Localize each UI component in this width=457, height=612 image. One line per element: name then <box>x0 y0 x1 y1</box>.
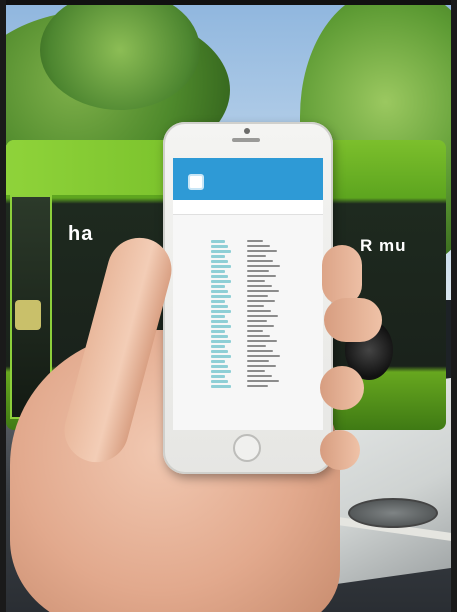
timetable-time-cell <box>211 370 231 373</box>
timetable-stop-cell <box>247 265 280 267</box>
timetable-times-column <box>211 240 233 390</box>
timetable-time-cell <box>211 355 231 358</box>
phone-screen <box>173 158 323 430</box>
timetable-time-cell <box>211 365 228 368</box>
timetable-time-cell <box>211 295 231 298</box>
timetable-stop-cell <box>247 320 267 322</box>
timetable-time-cell <box>211 335 228 338</box>
timetable-stop-cell <box>247 370 265 372</box>
finger-3 <box>320 366 364 410</box>
timetable-time-cell <box>211 290 228 293</box>
timetable-time-cell <box>211 330 225 333</box>
timetable-time-cell <box>211 250 231 253</box>
timetable-stop-cell <box>247 385 268 387</box>
app-sub-header <box>173 200 323 215</box>
photo-scene: ha R mu <box>0 0 457 612</box>
timetable-time-cell <box>211 325 231 328</box>
timetable-stop-cell <box>247 305 264 307</box>
home-button[interactable] <box>233 434 261 462</box>
timetable-time-cell <box>211 265 231 268</box>
timetable-stop-cell <box>247 345 266 347</box>
timetable-time-cell <box>211 360 225 363</box>
front-camera-icon <box>244 128 250 134</box>
timetable-stop-cell <box>247 335 270 337</box>
timetable-stop-cell <box>247 355 280 357</box>
timetable-stop-cell <box>247 340 277 342</box>
timetable-stop-cell <box>247 285 272 287</box>
timetable-stop-cell <box>247 375 272 377</box>
timetable-stop-cell <box>247 300 275 302</box>
timetable-stop-cell <box>247 360 269 362</box>
timetable-time-cell <box>211 280 231 283</box>
timetable-time-cell <box>211 270 225 273</box>
timetable-time-cell <box>211 245 228 248</box>
timetable-stop-cell <box>247 240 263 242</box>
timetable-time-cell <box>211 260 228 263</box>
app-logo-icon <box>188 174 204 190</box>
timetable-stop-cell <box>247 330 263 332</box>
bus-logo-left: ha <box>68 223 94 245</box>
timetable-stop-cell <box>247 350 273 352</box>
timetable-stops-column <box>247 240 287 390</box>
timetable-time-cell <box>211 375 225 378</box>
earpiece-speaker <box>232 138 260 142</box>
finger-1 <box>322 245 362 305</box>
frame-edge-top <box>0 0 457 5</box>
timetable-stop-cell <box>247 280 265 282</box>
timetable-stop-cell <box>247 270 269 272</box>
timetable-stop-cell <box>247 325 274 327</box>
timetable <box>203 228 303 423</box>
manhole-cover <box>348 498 438 528</box>
bus-logo-right: R mu <box>360 236 407 255</box>
bus-headlight <box>15 300 41 330</box>
timetable-time-cell <box>211 345 225 348</box>
timetable-time-cell <box>211 320 228 323</box>
timetable-stop-cell <box>247 310 271 312</box>
frame-edge-left <box>0 0 6 612</box>
timetable-time-cell <box>211 340 231 343</box>
timetable-stop-cell <box>247 295 268 297</box>
timetable-stop-cell <box>247 290 279 292</box>
timetable-time-cell <box>211 305 228 308</box>
finger-2 <box>324 298 382 342</box>
timetable-time-cell <box>211 285 225 288</box>
finger-4 <box>320 430 360 470</box>
timetable-time-cell <box>211 380 228 383</box>
frame-edge-right <box>451 0 457 612</box>
timetable-time-cell <box>211 315 225 318</box>
timetable-time-cell <box>211 350 228 353</box>
app-header-bar <box>173 158 323 200</box>
timetable-time-cell <box>211 300 225 303</box>
timetable-time-cell <box>211 310 231 313</box>
timetable-stop-cell <box>247 315 278 317</box>
timetable-stop-cell <box>247 380 279 382</box>
timetable-stop-cell <box>247 255 266 257</box>
timetable-time-cell <box>211 275 228 278</box>
timetable-time-cell <box>211 240 225 243</box>
timetable-time-cell <box>211 255 225 258</box>
timetable-stop-cell <box>247 250 277 252</box>
timetable-stop-cell <box>247 365 276 367</box>
timetable-time-cell <box>211 385 231 388</box>
timetable-stop-cell <box>247 275 276 277</box>
timetable-stop-cell <box>247 245 270 247</box>
timetable-stop-cell <box>247 260 273 262</box>
